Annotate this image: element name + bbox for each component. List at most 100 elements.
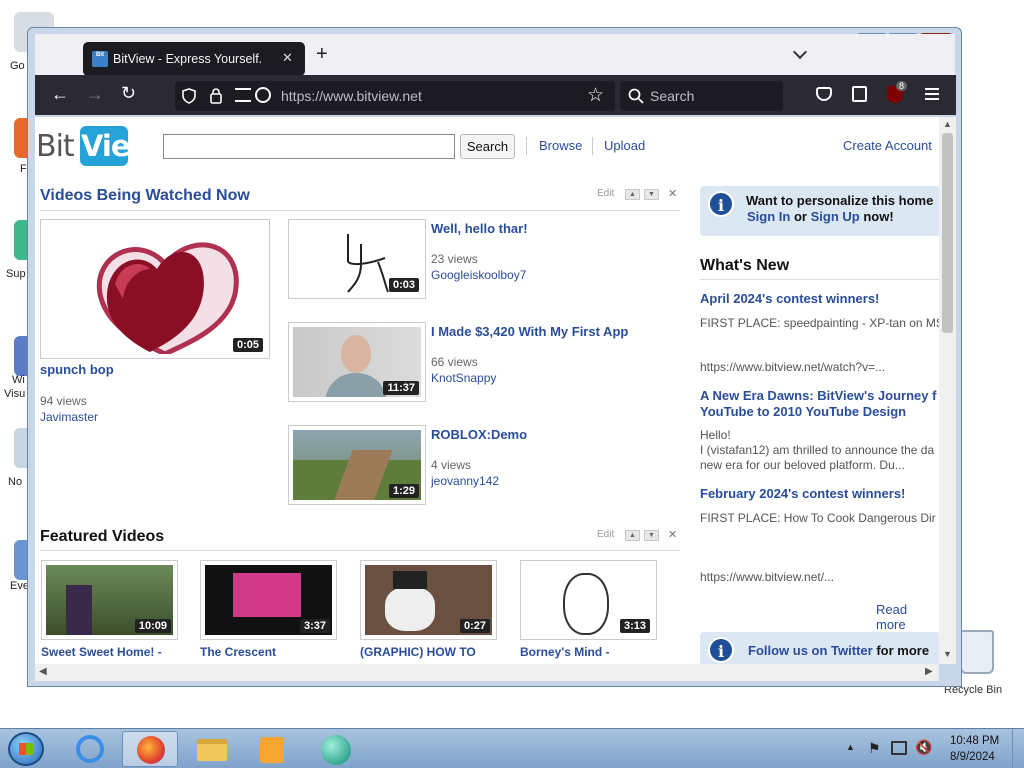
section-divider	[40, 550, 680, 551]
move-up-button[interactable]: ▲	[625, 189, 640, 200]
featured-title-4[interactable]: Borney's Mind -	[520, 645, 610, 659]
featured-thumbnail-2[interactable]: 3:37	[200, 560, 337, 640]
action-center-flag-icon[interactable]: ⚑	[868, 740, 881, 757]
search-placeholder: Search	[650, 88, 695, 104]
show-desktop-button[interactable]	[1012, 729, 1024, 768]
move-down-button[interactable]: ▼	[644, 530, 659, 541]
extensions-puzzle-icon[interactable]	[852, 86, 867, 102]
edit-label[interactable]: Edit	[597, 529, 614, 540]
video-duration: 0:03	[388, 278, 419, 292]
nav-browse-link[interactable]: Browse	[539, 138, 582, 153]
recycle-bin-icon[interactable]	[960, 630, 994, 674]
side-video-title-2[interactable]: I Made $3,420 With My First App	[431, 324, 628, 339]
video-duration: 0:05	[232, 338, 263, 352]
sign-in-link[interactable]: Sign In	[747, 209, 790, 224]
show-hidden-icons[interactable]: ▲	[846, 742, 855, 752]
news-title-2b[interactable]: YouTube to 2010 YouTube Design	[700, 404, 939, 419]
news-body-2a: Hello!	[700, 428, 731, 442]
news-link-1[interactable]: https://www.bitview.net/watch?v=...	[700, 360, 939, 375]
firefox-logo	[137, 736, 165, 764]
site-search-input[interactable]	[163, 134, 455, 159]
tracking-blocked-icon[interactable]	[255, 87, 271, 103]
vertical-scrollbar[interactable]: ▲ ▼	[939, 117, 956, 664]
taskbar-explorer-icon[interactable]	[184, 731, 240, 767]
twitter-link[interactable]: Follow us on Twitter	[748, 643, 873, 658]
taskbar-ie-icon[interactable]	[62, 731, 118, 767]
featured-title-3[interactable]: (GRAPHIC) HOW TO	[360, 645, 476, 659]
taskbar-media-icon[interactable]	[244, 731, 300, 767]
horizontal-scrollbar[interactable]: ◀ ▶	[35, 664, 939, 681]
taskbar-firefox-icon[interactable]	[122, 731, 178, 767]
nav-divider	[592, 137, 593, 155]
featured-title-1[interactable]: Sweet Sweet Home! -	[41, 645, 162, 659]
pink-rect	[233, 573, 301, 617]
video-duration: 3:13	[619, 619, 650, 633]
featured-title-2[interactable]: The Crescent	[200, 645, 276, 659]
browser-window: ✕ Bit BitView - Express Yourself. ✕ + ← …	[27, 27, 962, 687]
video-duration: 0:27	[459, 619, 490, 633]
featured-thumbnail-3[interactable]: 0:27	[360, 560, 497, 640]
sign-up-link[interactable]: Sign Up	[811, 209, 860, 224]
scroll-right-icon[interactable]: ▶	[925, 666, 933, 677]
back-arrow-icon[interactable]: ←	[51, 84, 69, 105]
scroll-down-icon[interactable]: ▼	[943, 649, 952, 659]
create-account-link[interactable]: Create Account	[843, 138, 932, 153]
watched-section-title: Videos Being Watched Now	[40, 187, 250, 204]
reload-icon[interactable]: ↻	[121, 83, 136, 104]
news-title-2[interactable]: A New Era Dawns: BitView's Journey f	[700, 388, 939, 403]
search-bar[interactable]: Search	[620, 81, 783, 111]
side-video-title-1[interactable]: Well, hello thar!	[431, 221, 528, 236]
clock-date[interactable]: 8/9/2024	[950, 751, 995, 763]
clock-time[interactable]: 10:48 PM	[950, 735, 999, 747]
main-video-title[interactable]: spunch bop	[40, 362, 114, 377]
side-video-user-2[interactable]: KnotSnappy	[431, 371, 496, 385]
permissions-icon[interactable]	[235, 88, 251, 102]
bookmark-star-icon[interactable]: ☆	[587, 84, 604, 107]
network-icon[interactable]	[891, 741, 907, 755]
side-video-thumbnail-1[interactable]: 0:03	[288, 219, 426, 299]
featured-thumbnail-4[interactable]: 3:13	[520, 560, 657, 640]
video-duration: 3:37	[299, 619, 330, 633]
volume-muted-icon[interactable]: 🔇	[915, 739, 932, 756]
side-video-user-1[interactable]: Googleiskoolboy7	[431, 268, 526, 282]
person-body	[325, 373, 387, 397]
main-video-user[interactable]: Javimaster	[40, 410, 98, 424]
logo-bit-text: Bit	[36, 129, 75, 164]
news-link-3[interactable]: https://www.bitview.net/...	[700, 570, 939, 585]
move-up-button[interactable]: ▲	[625, 530, 640, 541]
taskbar-app-icon[interactable]	[309, 731, 365, 767]
pocket-icon[interactable]	[816, 87, 832, 101]
news-body-3: FIRST PLACE: How To Cook Dangerous Dir	[700, 511, 936, 525]
menu-hamburger-icon[interactable]	[925, 88, 939, 100]
side-video-user-3[interactable]: jeovanny142	[431, 474, 499, 488]
main-video-thumbnail[interactable]: 0:05	[40, 219, 270, 359]
tab-bitview[interactable]: Bit BitView - Express Yourself. ✕	[83, 42, 305, 76]
featured-thumbnail-1[interactable]: 10:09	[41, 560, 178, 640]
scroll-left-icon[interactable]: ◀	[39, 666, 47, 677]
side-video-thumbnail-2[interactable]: 11:37	[288, 322, 426, 402]
bitview-logo[interactable]: Bit View	[36, 126, 156, 166]
close-module-icon[interactable]: ✕	[668, 187, 677, 200]
close-tab-icon[interactable]: ✕	[282, 50, 293, 66]
new-tab-button[interactable]: +	[316, 44, 328, 64]
read-more-link[interactable]: Read more	[876, 602, 939, 632]
news-title-3[interactable]: February 2024's contest winners!	[700, 486, 939, 501]
start-button[interactable]	[8, 732, 44, 766]
featured-section-title: Featured Videos	[40, 528, 165, 545]
scroll-thumb[interactable]	[942, 133, 953, 333]
menu-hamburger-middle	[925, 93, 939, 95]
forward-arrow-icon[interactable]: →	[86, 84, 104, 105]
nav-upload-link[interactable]: Upload	[604, 138, 645, 153]
edit-label[interactable]: Edit	[597, 188, 614, 199]
scroll-up-icon[interactable]: ▲	[943, 119, 952, 129]
desktop-icon-label: Sup	[6, 268, 26, 280]
logo-view-text: View	[81, 129, 156, 163]
move-down-button[interactable]: ▼	[644, 189, 659, 200]
close-module-icon[interactable]: ✕	[668, 528, 677, 541]
side-video-thumbnail-3[interactable]: 1:29	[288, 425, 426, 505]
news-title-1[interactable]: April 2024's contest winners!	[700, 291, 939, 306]
site-search-button[interactable]: Search	[460, 134, 515, 159]
side-video-title-3[interactable]: ROBLOX:Demo	[431, 427, 527, 442]
url-bar[interactable]: https://www.bitview.net ☆	[175, 81, 615, 111]
list-tabs-chevron-icon[interactable]	[792, 44, 808, 60]
